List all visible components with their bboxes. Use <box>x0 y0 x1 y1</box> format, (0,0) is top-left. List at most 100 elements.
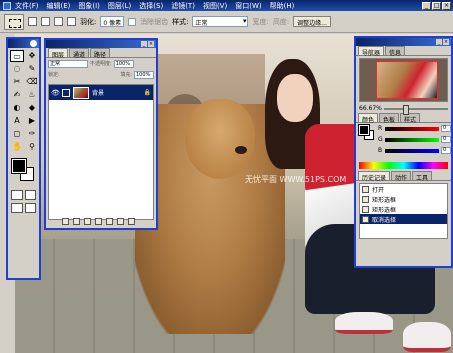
intersect-selection-button[interactable] <box>67 17 76 26</box>
stamp-tool-icon[interactable]: ♨ <box>25 89 39 101</box>
height-label: 高度: <box>272 17 290 26</box>
blend-opacity-row: 正常 不透明度: 100% <box>46 58 156 69</box>
right-palettes: _ × 导航器 信息 66.67% 颜色 色板 样式 R 0 G 0 B 0 历… <box>354 36 453 268</box>
tab-color[interactable]: 颜色 <box>358 113 379 124</box>
menu-layer[interactable]: 图层(L) <box>108 1 131 11</box>
history-item[interactable]: 矩形选框 <box>360 194 447 204</box>
new-group-icon[interactable] <box>106 218 113 225</box>
layer-style-icon[interactable] <box>73 218 80 225</box>
maximize-button[interactable]: □ <box>432 1 441 10</box>
feather-label: 羽化: <box>80 17 97 26</box>
red-row: R 0 <box>378 125 451 132</box>
dodge-tool-icon[interactable]: ◐ <box>10 102 24 114</box>
tab-channels[interactable]: 通道 <box>69 48 90 59</box>
style-select[interactable]: 正常 <box>192 16 249 27</box>
layer-name: 背景 <box>92 90 105 97</box>
menu-file[interactable]: 文件(F) <box>15 1 39 11</box>
menu-image[interactable]: 图象(I) <box>78 1 100 11</box>
zoom-level[interactable]: 66.67% <box>359 105 382 112</box>
new-layer-icon[interactable] <box>117 218 124 225</box>
menu-select[interactable]: 选择(S) <box>139 1 163 11</box>
screen-mode-standard-button[interactable] <box>11 203 23 213</box>
color-fg-swatch[interactable] <box>358 124 370 136</box>
green-slider[interactable] <box>385 137 439 142</box>
palette-close-icon[interactable]: × <box>148 41 154 47</box>
fill-input[interactable]: 100% <box>134 70 154 79</box>
quickmask-mode-button[interactable] <box>24 190 36 200</box>
tab-swatches[interactable]: 色板 <box>379 113 400 124</box>
navigator-titlebar[interactable]: _ × <box>356 38 451 46</box>
history-item[interactable]: 打开 <box>360 184 447 194</box>
palette-minimize-icon[interactable]: _ <box>141 41 147 47</box>
layers-palette-titlebar[interactable]: _ × <box>46 40 156 48</box>
link-layers-icon[interactable] <box>62 218 69 225</box>
tab-tools[interactable]: 工具 <box>412 171 433 182</box>
tab-layers[interactable]: 图层 <box>48 48 69 59</box>
tool-preset-picker[interactable] <box>4 13 24 30</box>
palette-minimize-icon[interactable]: _ <box>436 39 442 45</box>
zoom-tool-icon[interactable]: ⚲ <box>25 141 39 153</box>
blue-slider[interactable] <box>385 148 439 153</box>
shape-tool-icon[interactable]: ◻ <box>10 128 24 140</box>
color-spectrum-ramp[interactable] <box>359 162 448 169</box>
layer-mask-icon[interactable] <box>84 218 91 225</box>
layers-footer <box>48 217 154 226</box>
brush-tool-icon[interactable]: ✎ <box>25 63 39 75</box>
green-value[interactable]: 0 <box>441 136 451 143</box>
delete-layer-icon[interactable] <box>128 218 135 225</box>
blue-value[interactable]: 0 <box>441 147 451 154</box>
palette-close-icon[interactable]: × <box>443 39 449 45</box>
menu-window[interactable]: 窗口(W) <box>235 1 261 11</box>
new-selection-button[interactable] <box>28 17 37 26</box>
window-controls: _ □ × <box>422 1 453 10</box>
crop-tool-icon[interactable]: ✂ <box>10 76 24 88</box>
toolbox-title[interactable] <box>8 39 39 48</box>
menu-edit[interactable]: 编辑(E) <box>47 1 71 11</box>
feather-input[interactable]: 0 像素 <box>100 16 125 27</box>
marquee-tool-icon[interactable]: ▭ <box>10 50 24 62</box>
blend-mode-select[interactable]: 正常 <box>48 59 88 68</box>
type-tool-icon[interactable]: A <box>10 115 24 127</box>
foreground-color-swatch[interactable] <box>11 158 27 174</box>
refine-edge-button[interactable]: 调整边缘... <box>293 16 331 27</box>
tab-history[interactable]: 历史记录 <box>358 171 391 182</box>
layer-link-slot[interactable] <box>62 88 70 97</box>
tab-info[interactable]: 信息 <box>385 46 406 57</box>
visibility-eye-icon[interactable]: 👁 <box>51 89 60 97</box>
standard-mode-button[interactable] <box>11 190 23 200</box>
lasso-tool-icon[interactable]: ◌ <box>10 63 24 75</box>
antialias-label: 消除锯齿 <box>140 17 169 26</box>
opacity-input[interactable]: 100% <box>113 59 134 68</box>
history-brush-tool-icon[interactable]: ✍ <box>10 89 24 101</box>
red-value[interactable]: 0 <box>441 125 451 132</box>
photoshop-app-icon[interactable] <box>3 1 11 10</box>
tab-actions[interactable]: 动作 <box>391 171 412 182</box>
hand-tool-icon[interactable]: ✋ <box>10 141 24 153</box>
move-tool-icon[interactable]: ✥ <box>25 50 39 62</box>
minimize-button[interactable]: _ <box>422 1 431 10</box>
layers-palette-tabs: 图层 通道 路径 <box>46 48 156 59</box>
add-selection-button[interactable] <box>41 17 50 26</box>
history-item-label: 打开 <box>372 186 385 194</box>
menu-view[interactable]: 视图(V) <box>203 1 227 11</box>
tab-navigator[interactable]: 导航器 <box>358 46 385 57</box>
screen-mode-full-button[interactable] <box>24 203 36 213</box>
menu-filter[interactable]: 滤镜(T) <box>171 1 195 11</box>
antialias-checkbox[interactable] <box>128 17 137 26</box>
layer-row-background[interactable]: 👁 背景 🔒 <box>49 85 153 100</box>
pen-tool-icon[interactable]: ◆ <box>25 102 39 114</box>
eyedropper-tool-icon[interactable]: ✑ <box>25 128 39 140</box>
navigator-preview[interactable] <box>359 58 448 102</box>
photo-shoe-left <box>335 312 393 334</box>
path-select-tool-icon[interactable]: ▶ <box>25 115 39 127</box>
adjustment-layer-icon[interactable] <box>95 218 102 225</box>
eraser-tool-icon[interactable]: ⌫ <box>25 76 39 88</box>
red-slider[interactable] <box>385 126 439 131</box>
menu-help[interactable]: 帮助(H) <box>270 1 295 11</box>
subtract-selection-button[interactable] <box>54 17 63 26</box>
history-item-active[interactable]: 取消选择 <box>360 214 447 224</box>
tab-paths[interactable]: 路径 <box>90 48 111 59</box>
history-item[interactable]: 矩形选框 <box>360 204 447 214</box>
close-button[interactable]: × <box>442 1 451 10</box>
zoom-slider[interactable] <box>383 104 448 115</box>
